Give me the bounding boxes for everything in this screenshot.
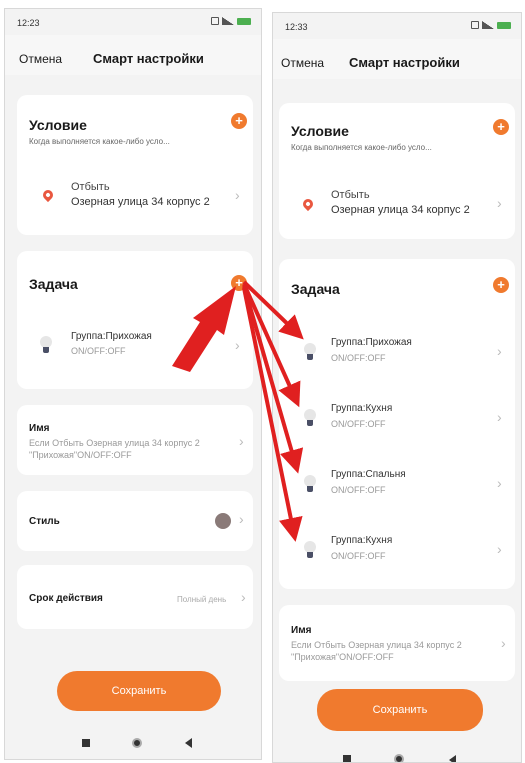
status-bar: 12:23 [5, 9, 261, 35]
save-button[interactable]: Сохранить [57, 671, 221, 711]
bulb-icon [39, 336, 53, 356]
task-item-state: ON/OFF:OFF [331, 551, 386, 561]
left-phone-screen: 12:23 Отмена Смарт настройки Условие Ког… [4, 8, 262, 760]
name-label: Имя [291, 625, 312, 636]
chevron-right-icon: › [497, 409, 502, 425]
status-icons [211, 17, 251, 25]
location-pin-icon [40, 187, 56, 203]
battery-icon [237, 17, 251, 25]
task-card: Задача + Группа:Прихожая ON/OFF:OFF › Гр… [279, 259, 515, 589]
name-desc-line2: "Прихожая"ON/OFF:OFF [29, 450, 132, 460]
page-title: Смарт настройки [349, 55, 460, 70]
bulb-icon [303, 343, 317, 363]
chevron-right-icon: › [497, 343, 502, 359]
condition-card: Условие Когда выполняется какое-либо усл… [17, 95, 253, 235]
task-item-name: Группа:Спальня [331, 469, 406, 480]
save-button[interactable]: Сохранить [317, 689, 483, 731]
task-item-name: Группа:Прихожая [71, 331, 152, 342]
sim-icon [471, 21, 479, 29]
name-row[interactable]: Имя Если Отбыть Озерная улица 34 корпус … [17, 405, 253, 475]
name-row[interactable]: Имя Если Отбыть Озерная улица 34 корпус … [279, 605, 515, 681]
condition-subtitle[interactable]: Когда выполняется какое-либо усло... [29, 137, 170, 146]
condition-subtitle[interactable]: Когда выполняется какое-либо усло... [291, 143, 432, 152]
sim-icon [211, 17, 219, 25]
task-item-state: ON/OFF:OFF [71, 346, 126, 356]
cancel-button[interactable]: Отмена [281, 56, 324, 70]
chevron-right-icon: › [235, 187, 240, 203]
location-action: Отбыть [71, 181, 110, 193]
page-title: Смарт настройки [93, 51, 204, 66]
cancel-button[interactable]: Отмена [19, 52, 62, 66]
chevron-right-icon: › [239, 511, 244, 527]
name-desc-line1: Если Отбыть Озерная улица 34 корпус 2 [291, 640, 462, 650]
chevron-right-icon: › [239, 433, 244, 449]
recent-apps-icon[interactable] [82, 739, 90, 747]
task-item-name: Группа:Кухня [331, 403, 393, 414]
style-color-swatch [215, 513, 231, 529]
bulb-icon [303, 541, 317, 561]
chevron-right-icon: › [497, 195, 502, 211]
task-card: Задача + Группа:Прихожая ON/OFF:OFF › [17, 251, 253, 389]
chevron-right-icon: › [497, 541, 502, 557]
back-icon[interactable] [185, 738, 192, 748]
condition-card: Условие Когда выполняется какое-либо усл… [279, 103, 515, 239]
add-condition-button[interactable]: + [231, 113, 247, 129]
style-label: Стиль [29, 516, 60, 527]
task-title: Задача [291, 281, 340, 297]
add-condition-button[interactable]: + [493, 119, 509, 135]
add-task-button[interactable]: + [231, 275, 247, 291]
signal-icon [222, 17, 234, 25]
location-address: Озерная улица 34 корпус 2 [71, 196, 210, 208]
task-item-state: ON/OFF:OFF [331, 419, 386, 429]
task-item-state: ON/OFF:OFF [331, 353, 386, 363]
location-address: Озерная улица 34 корпус 2 [331, 204, 470, 216]
chevron-right-icon: › [501, 635, 506, 651]
task-item-name: Группа:Кухня [331, 535, 393, 546]
style-row[interactable]: Стиль › [17, 491, 253, 551]
chevron-right-icon: › [497, 475, 502, 491]
top-nav: Отмена Смарт настройки [5, 35, 261, 75]
name-desc-line2: "Прихожая"ON/OFF:OFF [291, 652, 394, 662]
right-phone-screen: 12:33 Отмена Смарт настройки Условие Ког… [272, 12, 522, 763]
name-desc-line1: Если Отбыть Озерная улица 34 корпус 2 [29, 438, 200, 448]
home-icon[interactable] [394, 754, 404, 762]
bulb-icon [303, 475, 317, 495]
recent-apps-icon[interactable] [343, 755, 351, 762]
status-time: 12:33 [285, 22, 308, 32]
condition-title: Условие [29, 117, 87, 133]
signal-icon [482, 21, 494, 29]
task-title: Задача [29, 276, 78, 292]
chevron-right-icon: › [235, 337, 240, 353]
status-bar: 12:33 [273, 13, 521, 39]
task-item-name: Группа:Прихожая [331, 337, 412, 348]
add-task-button[interactable]: + [493, 277, 509, 293]
battery-icon [497, 21, 511, 29]
back-icon[interactable] [449, 755, 456, 762]
bulb-icon [303, 409, 317, 429]
validity-value: Полный день [177, 595, 227, 604]
top-nav: Отмена Смарт настройки [273, 39, 521, 79]
validity-label: Срок действия [29, 593, 103, 604]
condition-title: Условие [291, 123, 349, 139]
chevron-right-icon: › [241, 589, 246, 605]
task-item-state: ON/OFF:OFF [331, 485, 386, 495]
status-icons [471, 21, 511, 29]
validity-row[interactable]: Срок действия Полный день › [17, 565, 253, 629]
location-action: Отбыть [331, 189, 370, 201]
location-pin-icon [300, 196, 316, 212]
name-label: Имя [29, 423, 50, 434]
status-time: 12:23 [17, 18, 40, 28]
home-icon[interactable] [132, 738, 142, 748]
